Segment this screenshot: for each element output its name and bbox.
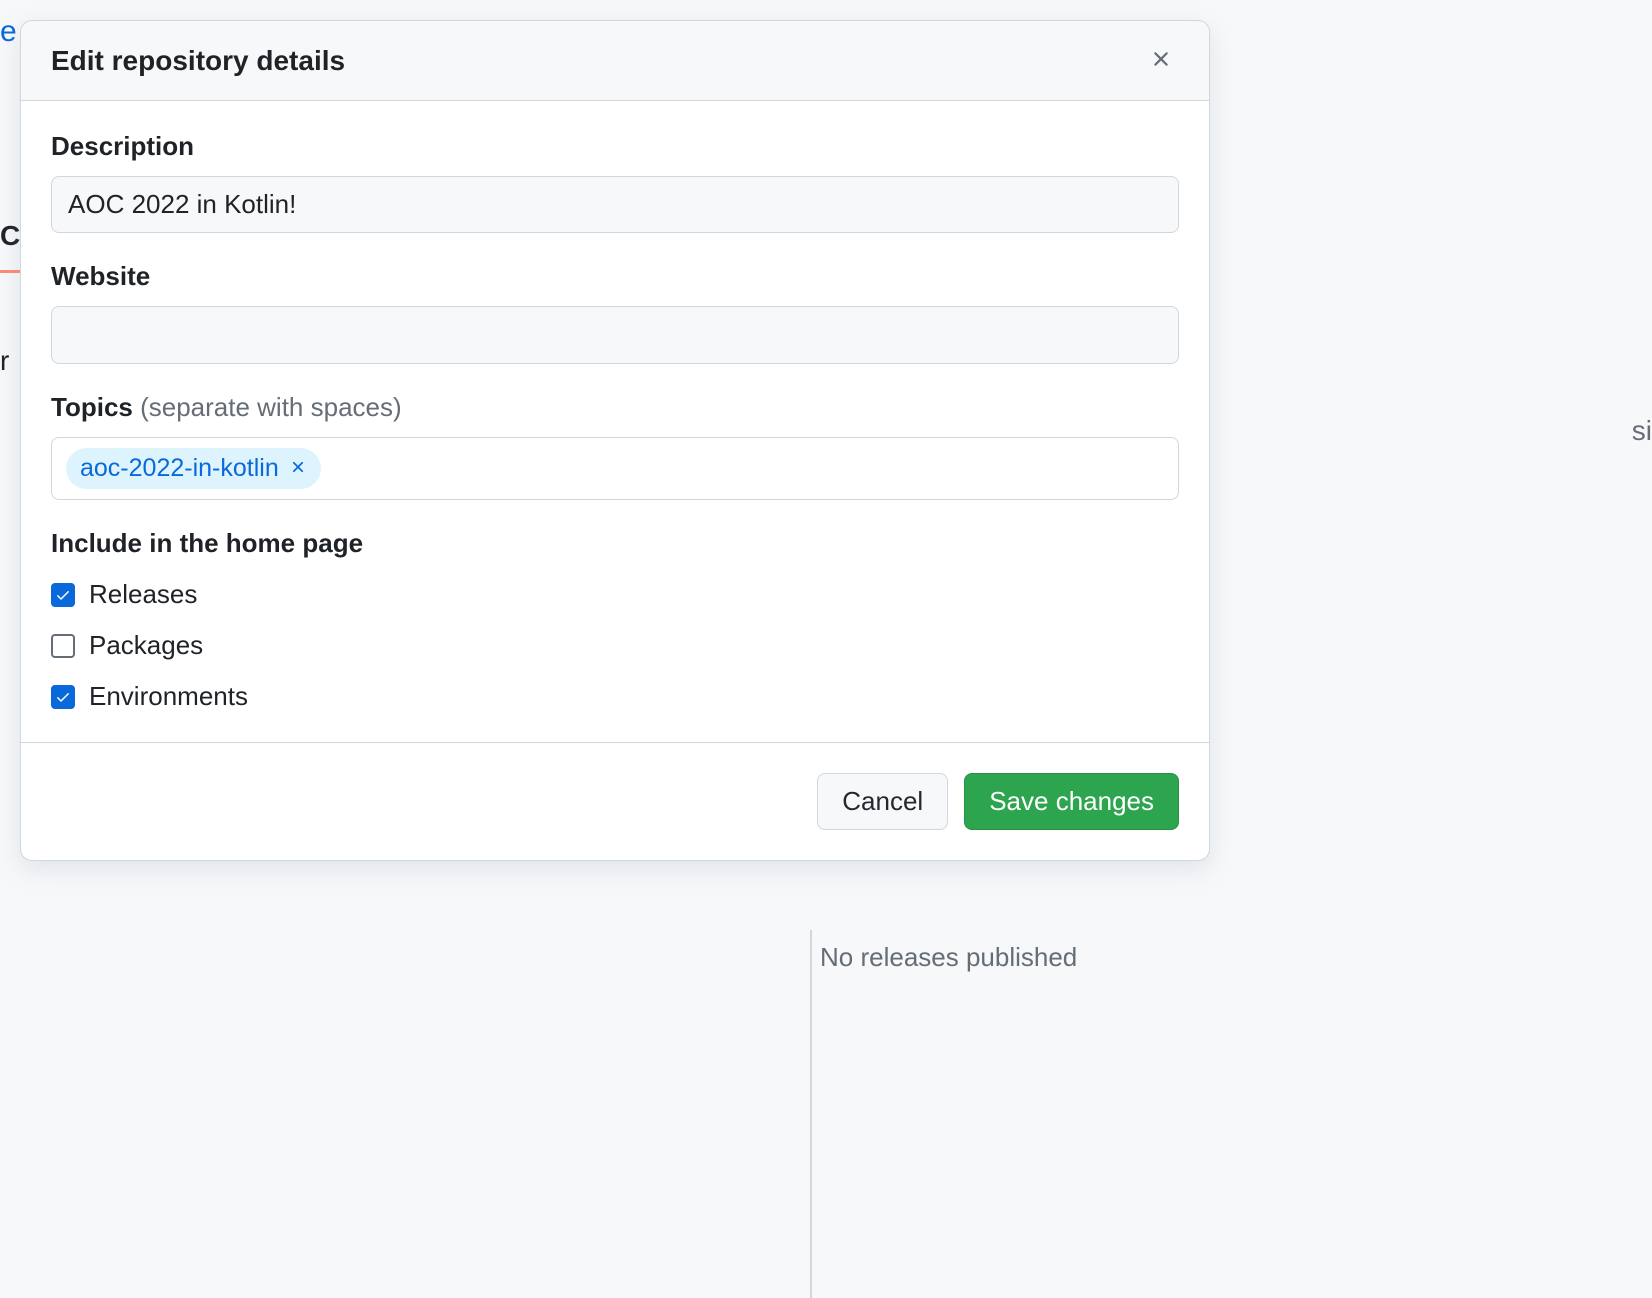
description-input[interactable] xyxy=(51,176,1179,233)
checkbox-row-releases: Releases xyxy=(51,579,1179,610)
edit-repo-modal: Edit repository details Description Webs… xyxy=(20,20,1210,861)
modal-header: Edit repository details xyxy=(21,21,1209,101)
bg-releases-text: No releases published xyxy=(820,942,1077,973)
modal-footer: Cancel Save changes xyxy=(21,742,1209,860)
x-icon xyxy=(289,458,307,479)
environments-checkbox-label: Environments xyxy=(89,681,248,712)
bg-text-fragment: r xyxy=(0,345,9,377)
website-input[interactable] xyxy=(51,306,1179,364)
environments-checkbox[interactable] xyxy=(51,685,75,709)
close-icon xyxy=(1149,47,1173,74)
topics-input-container[interactable]: aoc-2022-in-kotlin xyxy=(51,437,1179,500)
packages-checkbox[interactable] xyxy=(51,634,75,658)
checkbox-row-environments: Environments xyxy=(51,681,1179,712)
checkbox-row-packages: Packages xyxy=(51,630,1179,661)
packages-checkbox-label: Packages xyxy=(89,630,203,661)
cancel-button[interactable]: Cancel xyxy=(817,773,948,830)
close-button[interactable] xyxy=(1143,41,1179,80)
releases-checkbox-label: Releases xyxy=(89,579,197,610)
topics-label-text: Topics xyxy=(51,392,133,422)
website-label: Website xyxy=(51,261,1179,292)
website-group: Website xyxy=(51,261,1179,364)
releases-checkbox[interactable] xyxy=(51,583,75,607)
topic-tag-label: aoc-2022-in-kotlin xyxy=(80,454,279,483)
description-label: Description xyxy=(51,131,1179,162)
bg-text-fragment: e xyxy=(0,15,17,49)
include-section-title: Include in the home page xyxy=(51,528,1179,559)
bg-divider xyxy=(810,930,812,1298)
description-group: Description xyxy=(51,131,1179,233)
topics-group: Topics (separate with spaces) aoc-2022-i… xyxy=(51,392,1179,500)
save-changes-button[interactable]: Save changes xyxy=(964,773,1179,830)
topics-hint: (separate with spaces) xyxy=(140,392,402,422)
modal-body: Description Website Topics (separate wit… xyxy=(21,101,1209,742)
include-section: Include in the home page Releases Packag… xyxy=(51,528,1179,712)
modal-title: Edit repository details xyxy=(51,45,345,77)
topic-tag: aoc-2022-in-kotlin xyxy=(66,448,321,489)
topics-label: Topics (separate with spaces) xyxy=(51,392,1179,423)
bg-text-fragment: si xyxy=(1632,415,1652,447)
topic-remove-button[interactable] xyxy=(289,458,307,479)
